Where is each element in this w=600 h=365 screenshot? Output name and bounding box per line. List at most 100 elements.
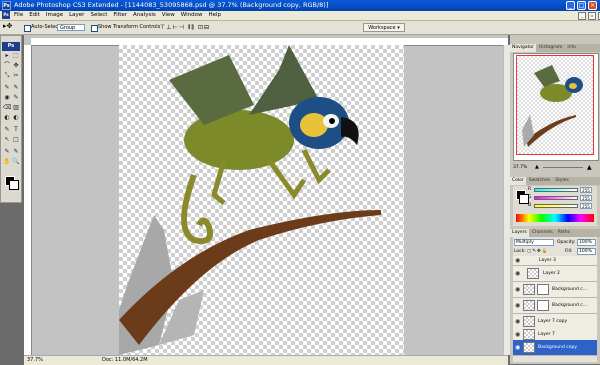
align-icons[interactable]: ⊤⊥⊢⊣ ⫴⫼ ⊡⊟ bbox=[160, 24, 210, 31]
doc-restore-button[interactable]: ▫ bbox=[588, 12, 596, 20]
tab-layers[interactable]: Layers bbox=[510, 229, 529, 237]
tab-channels[interactable]: Channels bbox=[530, 229, 555, 237]
minimize-button[interactable]: _ bbox=[566, 1, 575, 10]
channel-r-label: R bbox=[528, 187, 532, 192]
options-bar: ▸✥ Auto-Select: Group Show Transform Con… bbox=[0, 21, 600, 35]
menu-help[interactable]: Help bbox=[208, 11, 221, 20]
type-tool-icon[interactable]: T bbox=[12, 126, 20, 134]
photoshop-app-icon: Ps bbox=[2, 1, 11, 10]
menu-edit[interactable]: Edit bbox=[29, 11, 40, 20]
status-zoom[interactable]: 37.7% bbox=[27, 356, 43, 364]
status-doc-size: Doc: 11.0M/64.2M bbox=[102, 357, 148, 363]
eye-icon[interactable]: ◉ bbox=[515, 256, 520, 265]
tab-styles[interactable]: Styles bbox=[553, 177, 571, 185]
slice-tool-icon[interactable]: ✂ bbox=[12, 72, 20, 80]
ps-menu-icon: Ps bbox=[2, 11, 10, 19]
menu-filter[interactable]: Filter bbox=[113, 11, 127, 20]
auto-select-dropdown[interactable]: Group bbox=[57, 24, 85, 31]
eye-icon[interactable]: ◉ bbox=[515, 282, 520, 297]
layer-row[interactable]: ◉ Background c... bbox=[513, 282, 597, 298]
parrot-eye bbox=[329, 118, 335, 124]
red-value[interactable]: 255 bbox=[580, 187, 592, 193]
clone-stamp-icon[interactable]: ◉ bbox=[3, 94, 11, 102]
creature-tail bbox=[181, 173, 213, 245]
menu-select[interactable]: Select bbox=[90, 11, 107, 20]
navigator-zoom-value[interactable]: 37.7% bbox=[513, 163, 527, 172]
creature-rear-leg bbox=[266, 158, 307, 200]
navigator-tabs: Navigator Histogram Info bbox=[510, 44, 600, 52]
pen-tool-icon[interactable]: ✎ bbox=[3, 126, 11, 134]
layer-row[interactable]: ◉ Background c... bbox=[513, 298, 597, 314]
close-button[interactable]: × bbox=[588, 1, 597, 10]
notes-tool-icon[interactable]: ✎ bbox=[3, 148, 11, 156]
menu-layer[interactable]: Layer bbox=[69, 11, 84, 20]
layer-row[interactable]: ◉ Layer 2 bbox=[513, 266, 597, 282]
eye-icon[interactable]: ◉ bbox=[515, 266, 520, 281]
layers-tabs: Layers Channels Paths bbox=[510, 229, 600, 237]
menu-bar: Ps File Edit Image Layer Select Filter A… bbox=[0, 11, 600, 21]
zoom-in-icon[interactable]: ▲ bbox=[587, 163, 592, 172]
tab-swatches[interactable]: Swatches bbox=[527, 177, 553, 185]
path-selection-icon[interactable]: ↖ bbox=[3, 136, 11, 144]
layer-mask-thumbnail bbox=[537, 284, 549, 295]
eyedropper-tool-icon[interactable]: ✎ bbox=[12, 148, 20, 156]
maximize-button[interactable]: □ bbox=[577, 1, 586, 10]
color-tabs: Color Swatches Styles bbox=[510, 177, 600, 185]
eye-icon[interactable]: ◉ bbox=[515, 298, 520, 313]
red-slider[interactable] bbox=[534, 188, 578, 192]
healing-brush-icon[interactable]: ✎ bbox=[3, 84, 11, 92]
history-brush-icon[interactable]: ✎ bbox=[12, 94, 20, 102]
layer-row-selected[interactable]: ◉ Background copy bbox=[513, 340, 597, 356]
brush-tool-icon[interactable]: ✎ bbox=[12, 84, 20, 92]
menu-window[interactable]: Window bbox=[181, 11, 203, 20]
blend-mode-dropdown[interactable]: Multiply bbox=[514, 239, 554, 246]
menu-analysis[interactable]: Analysis bbox=[133, 11, 156, 20]
marquee-tool-icon[interactable]: ⬚ bbox=[12, 52, 20, 60]
eye-icon[interactable]: ◉ bbox=[515, 340, 520, 355]
blue-value[interactable]: 255 bbox=[580, 203, 592, 209]
layer-thumbnail bbox=[523, 316, 535, 327]
tab-color[interactable]: Color bbox=[510, 177, 526, 185]
tab-histogram[interactable]: Histogram bbox=[537, 44, 564, 52]
tab-info[interactable]: Info bbox=[565, 44, 578, 52]
navigator-thumbnail bbox=[522, 65, 583, 147]
crop-tool-icon[interactable]: ⤡ bbox=[3, 72, 11, 80]
blue-slider[interactable] bbox=[534, 204, 578, 208]
fill-field[interactable]: 100% bbox=[577, 248, 596, 255]
move-tool-icon[interactable]: ▸✥ bbox=[3, 23, 12, 30]
color-spectrum-bar[interactable] bbox=[516, 214, 594, 222]
move-tool-icon[interactable]: ▸ bbox=[3, 52, 11, 60]
tab-paths[interactable]: Paths bbox=[556, 229, 572, 237]
vertical-scrollbar[interactable] bbox=[503, 45, 510, 355]
green-value[interactable]: 255 bbox=[580, 195, 592, 201]
zoom-slider[interactable] bbox=[543, 167, 583, 168]
title-bar: Ps Adobe Photoshop CS3 Extended - [11440… bbox=[0, 0, 600, 11]
show-transform-checkbox[interactable] bbox=[91, 25, 98, 32]
menu-file[interactable]: File bbox=[14, 11, 23, 20]
tab-navigator[interactable]: Navigator bbox=[510, 44, 537, 52]
layer-name: Background c... bbox=[552, 303, 588, 308]
eraser-tool-icon[interactable]: ⌫ bbox=[3, 104, 11, 112]
layer-row[interactable]: ◉ Layer 3 bbox=[513, 256, 597, 266]
lasso-tool-icon[interactable]: ⌒ bbox=[3, 62, 11, 70]
opacity-field[interactable]: 100% bbox=[577, 239, 596, 246]
zoom-tool-icon[interactable]: 🔍 bbox=[12, 158, 20, 166]
auto-select-checkbox[interactable] bbox=[24, 25, 31, 32]
menu-image[interactable]: Image bbox=[46, 11, 63, 20]
zoom-out-icon[interactable]: ▲ bbox=[535, 163, 539, 172]
dodge-tool-icon[interactable]: ◐ bbox=[12, 114, 20, 122]
lock-icons[interactable]: ▢✎✥🔒 bbox=[527, 248, 548, 255]
magic-wand-icon[interactable]: ✥ bbox=[12, 62, 20, 70]
green-slider[interactable] bbox=[534, 196, 578, 200]
background-color-swatch[interactable] bbox=[9, 180, 19, 190]
hand-tool-icon[interactable]: ✋ bbox=[3, 158, 11, 166]
doc-minimize-button[interactable]: _ bbox=[578, 12, 586, 20]
workspace-button[interactable]: Workspace ▾ bbox=[363, 23, 405, 32]
menu-view[interactable]: View bbox=[162, 11, 175, 20]
gradient-tool-icon[interactable]: ▥ bbox=[12, 104, 20, 112]
shape-tool-icon[interactable]: □ bbox=[12, 136, 20, 144]
blur-tool-icon[interactable]: ◐ bbox=[3, 114, 11, 122]
opacity-label: Opacity: bbox=[557, 240, 576, 245]
layer-name: Layer 3 bbox=[539, 258, 556, 263]
vertical-ruler[interactable] bbox=[24, 45, 32, 355]
